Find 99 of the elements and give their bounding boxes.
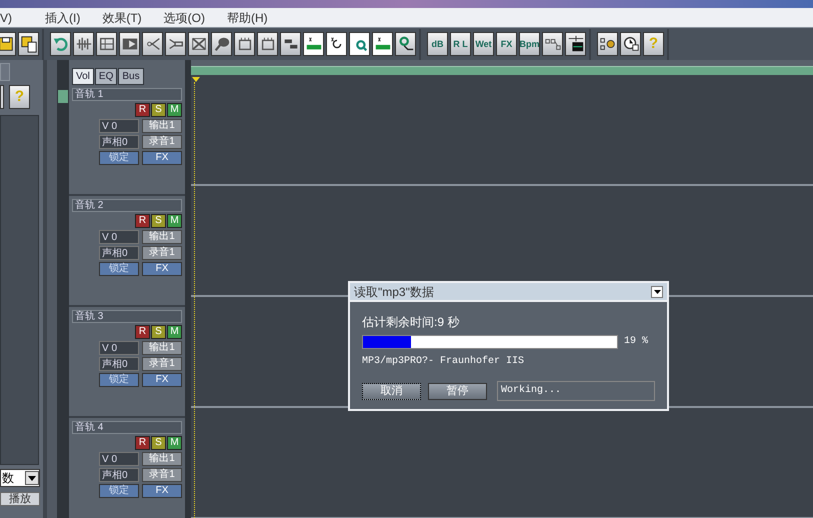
toolbar-button[interactable] bbox=[165, 32, 186, 56]
toolbar-button[interactable] bbox=[565, 32, 586, 56]
toolbar-button[interactable] bbox=[73, 32, 94, 56]
pan-field[interactable]: 声相0 bbox=[99, 357, 139, 371]
solo-button[interactable]: S bbox=[151, 436, 166, 450]
mute-button[interactable]: M bbox=[167, 214, 182, 228]
progress-percent: 19 % bbox=[624, 335, 648, 349]
record-input-button[interactable]: 录音1 bbox=[142, 357, 182, 371]
output-button[interactable]: 输出1 bbox=[142, 119, 182, 133]
toolbar-button[interactable]: Bpm bbox=[519, 32, 540, 56]
toolbar-button[interactable] bbox=[18, 32, 39, 56]
mute-button[interactable]: M bbox=[167, 436, 182, 450]
toolbar-button[interactable] bbox=[211, 32, 232, 56]
toolbar-button[interactable]: FX bbox=[496, 32, 517, 56]
mixer-tab[interactable]: Vol bbox=[72, 68, 94, 85]
track-name: 音轨 2 bbox=[72, 199, 182, 212]
lock-button[interactable]: 锁定 bbox=[99, 262, 139, 276]
fx-button[interactable]: FX bbox=[142, 262, 182, 276]
solo-button[interactable]: S bbox=[151, 103, 166, 117]
undo-icon bbox=[52, 35, 70, 53]
menu-item[interactable]: 选项(O) bbox=[152, 8, 216, 26]
toolbar-button[interactable] bbox=[119, 32, 140, 56]
record-button[interactable]: R bbox=[135, 214, 150, 228]
dialog-button[interactable]: 取消 bbox=[362, 382, 421, 400]
record-input-button[interactable]: 录音1 bbox=[142, 468, 182, 482]
lock-button[interactable]: 锁定 bbox=[99, 484, 139, 498]
menu-item[interactable]: V) bbox=[0, 8, 34, 26]
fx-button[interactable]: FX bbox=[142, 151, 182, 165]
dialog-menu-button[interactable] bbox=[651, 286, 663, 298]
track-name: 音轨 4 bbox=[72, 421, 182, 434]
toolbar-button[interactable] bbox=[542, 32, 563, 56]
solo-button[interactable]: S bbox=[151, 325, 166, 339]
record-input-button[interactable]: 录音1 bbox=[142, 246, 182, 260]
solo-button[interactable]: S bbox=[151, 214, 166, 228]
clock-icon bbox=[622, 35, 640, 53]
toolbar-button[interactable]: Wet bbox=[473, 32, 494, 56]
side-button[interactable] bbox=[0, 85, 4, 109]
toolbar-button[interactable] bbox=[50, 32, 71, 56]
output-button[interactable]: 输出1 bbox=[142, 230, 182, 244]
mixer-tab[interactable]: Bus bbox=[118, 68, 144, 85]
toolbar-button[interactable] bbox=[326, 32, 347, 56]
playhead-marker-icon[interactable] bbox=[192, 77, 200, 82]
toolbar-button[interactable] bbox=[96, 32, 117, 56]
track-name: 音轨 1 bbox=[72, 88, 182, 101]
output-button[interactable]: 输出1 bbox=[142, 341, 182, 355]
volume-field[interactable]: V 0 bbox=[99, 452, 139, 466]
fx-button[interactable]: FX bbox=[142, 484, 182, 498]
lock-button[interactable]: 锁定 bbox=[99, 151, 139, 165]
pan-field[interactable]: 声相0 bbox=[99, 246, 139, 260]
floppy-document-icon bbox=[20, 35, 38, 53]
remaining-time: 估计剩余时间:9 秒 bbox=[362, 315, 460, 329]
toolbar-button[interactable] bbox=[188, 32, 209, 56]
gear-icon bbox=[598, 35, 616, 53]
mixer-tab[interactable]: EQ bbox=[94, 68, 118, 85]
fx-button[interactable]: FX bbox=[142, 373, 182, 387]
toolbar-button[interactable] bbox=[395, 32, 416, 56]
dialog-button[interactable]: 暂停 bbox=[428, 382, 487, 400]
dialog-title: 读取"mp3"数据 bbox=[354, 284, 434, 300]
menu-item[interactable]: 效果(T) bbox=[91, 8, 153, 26]
dropdown[interactable]: 数 bbox=[0, 469, 40, 487]
record-button[interactable]: R bbox=[135, 103, 150, 117]
frame-icon bbox=[98, 35, 116, 53]
waveform-icon bbox=[74, 35, 92, 53]
toolbar-button[interactable]: R L bbox=[450, 32, 471, 56]
output-button[interactable]: 输出1 bbox=[142, 452, 182, 466]
toolbar-button[interactable] bbox=[280, 32, 301, 56]
toolbar-button[interactable]: dB bbox=[427, 32, 448, 56]
mute-button[interactable]: M bbox=[167, 325, 182, 339]
floppy-icon bbox=[0, 35, 14, 53]
status-field: Working... bbox=[497, 381, 655, 401]
record-button[interactable]: R bbox=[135, 436, 150, 450]
toolbar-button[interactable] bbox=[0, 32, 16, 56]
cross-icon bbox=[190, 35, 208, 53]
record-input-button[interactable]: 录音1 bbox=[142, 135, 182, 149]
toolbar-button[interactable] bbox=[597, 32, 618, 56]
toolbar-button[interactable] bbox=[372, 32, 393, 56]
pan-field[interactable]: 声相0 bbox=[99, 468, 139, 482]
toolbar-button[interactable] bbox=[349, 32, 370, 56]
meter-icon bbox=[566, 35, 584, 53]
pan-field[interactable]: 声相0 bbox=[99, 135, 139, 149]
mute-button[interactable]: M bbox=[167, 103, 182, 117]
codec-name: MP3/mp3PRO?- Fraunhofer IIS bbox=[362, 354, 526, 369]
volume-field[interactable]: V 0 bbox=[99, 119, 139, 133]
dropdown-arrow-icon bbox=[28, 476, 36, 480]
volume-field[interactable]: V 0 bbox=[99, 230, 139, 244]
play-button[interactable]: 播放 bbox=[0, 492, 40, 506]
toolbar-button[interactable] bbox=[620, 32, 641, 56]
track-name: 音轨 3 bbox=[72, 310, 182, 323]
menu-item[interactable]: 插入(I) bbox=[34, 8, 92, 26]
record-button[interactable]: R bbox=[135, 325, 150, 339]
arrow-icon bbox=[396, 35, 414, 53]
dropdown-arrow-icon bbox=[654, 290, 660, 294]
lock-button[interactable]: 锁定 bbox=[99, 373, 139, 387]
toolbar-button[interactable] bbox=[234, 32, 255, 56]
toolbar-button[interactable] bbox=[142, 32, 163, 56]
toolbar-button[interactable] bbox=[257, 32, 278, 56]
menu-item[interactable]: 帮助(H) bbox=[216, 8, 279, 26]
toolbar-button[interactable] bbox=[303, 32, 324, 56]
volume-field[interactable]: V 0 bbox=[99, 341, 139, 355]
